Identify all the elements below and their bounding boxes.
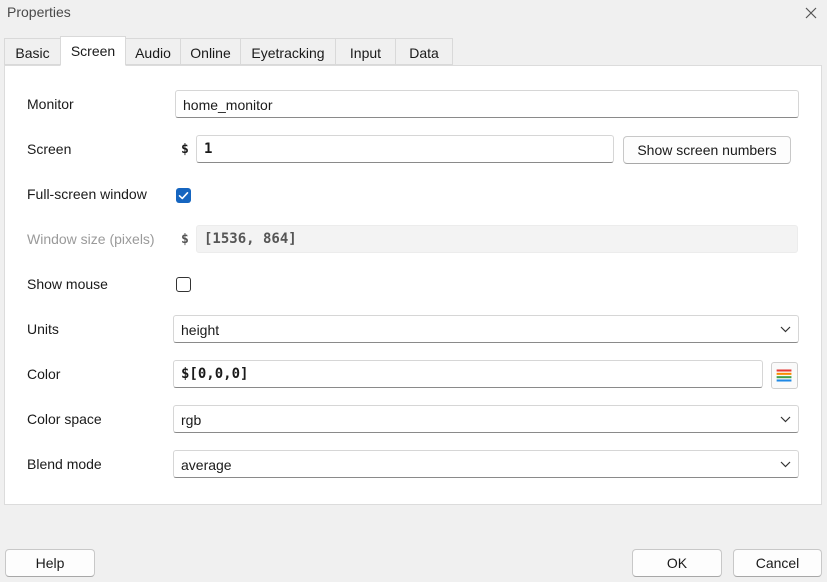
units-label: Units (27, 321, 59, 337)
title-bar: Properties (0, 0, 827, 26)
blend-mode-value: average (181, 457, 232, 473)
color-space-label: Color space (27, 411, 102, 427)
show-mouse-checkbox[interactable] (176, 277, 191, 292)
show-mouse-label: Show mouse (27, 276, 108, 292)
screen-code-prefix: $ (181, 142, 189, 157)
color-picker-button[interactable] (771, 362, 798, 389)
fullscreen-label: Full-screen window (27, 186, 147, 202)
chevron-down-icon (780, 416, 791, 423)
units-select[interactable]: height (173, 315, 799, 343)
close-icon[interactable] (802, 4, 820, 22)
screen-input[interactable]: 1 (196, 135, 614, 163)
tab-screen[interactable]: Screen (60, 36, 126, 66)
chevron-down-icon (780, 461, 791, 468)
fullscreen-checkbox[interactable] (176, 188, 191, 203)
tab-eyetracking[interactable]: Eyetracking (240, 38, 336, 65)
units-value: height (181, 322, 220, 338)
monitor-label: Monitor (27, 96, 74, 112)
tab-online[interactable]: Online (180, 38, 241, 65)
check-icon (178, 192, 189, 200)
ok-button[interactable]: OK (632, 549, 722, 577)
blend-mode-label: Blend mode (27, 456, 102, 472)
window-size-code-prefix: $ (181, 232, 189, 247)
chevron-down-icon (780, 326, 791, 333)
tab-data[interactable]: Data (395, 38, 453, 65)
window-size-input: [1536, 864] (196, 225, 798, 253)
blend-mode-select[interactable]: average (173, 450, 799, 478)
help-button[interactable]: Help (5, 549, 95, 577)
tab-basic[interactable]: Basic (4, 38, 61, 65)
color-space-value: rgb (181, 412, 202, 428)
color-input[interactable]: $[0,0,0] (173, 360, 763, 388)
cancel-button[interactable]: Cancel (733, 549, 822, 577)
monitor-input[interactable]: home_monitor (175, 90, 799, 118)
color-space-select[interactable]: rgb (173, 405, 799, 433)
tab-audio[interactable]: Audio (125, 38, 181, 65)
window-title: Properties (7, 4, 71, 20)
color-picker-icon (776, 369, 792, 382)
tab-input[interactable]: Input (335, 38, 396, 65)
screen-settings-panel (4, 65, 822, 505)
show-screen-numbers-button[interactable]: Show screen numbers (623, 136, 791, 164)
screen-label: Screen (27, 141, 72, 157)
window-size-label: Window size (pixels) (27, 231, 155, 247)
color-label: Color (27, 366, 61, 382)
